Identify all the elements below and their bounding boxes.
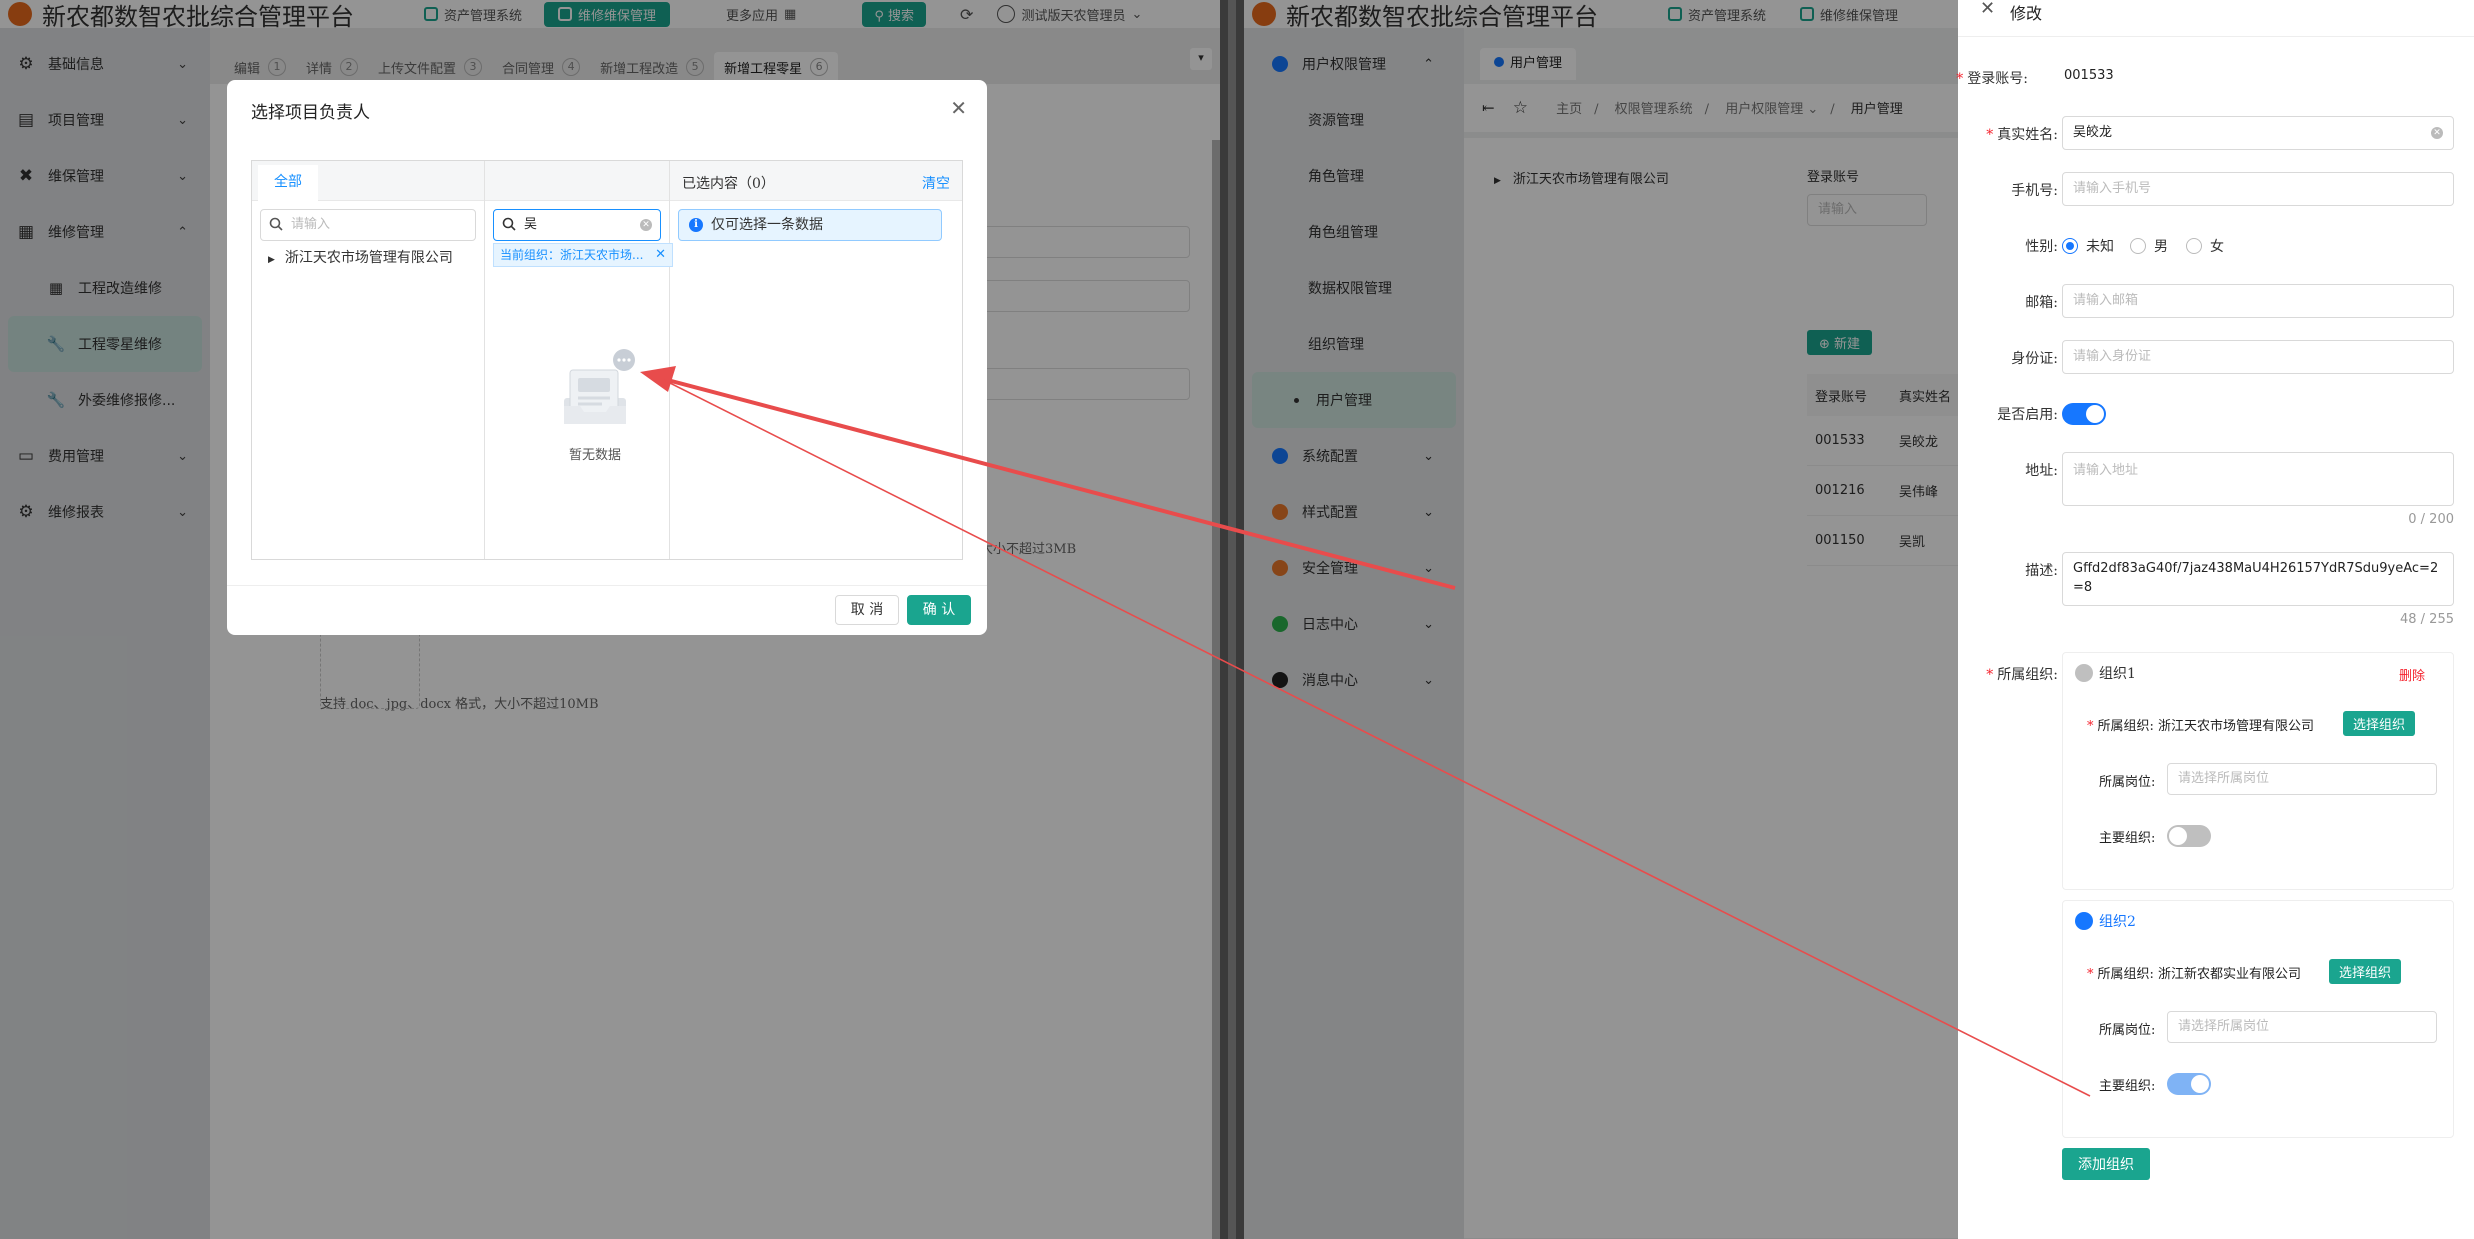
switch-knob bbox=[2086, 405, 2104, 423]
account-label: * 登录账号: bbox=[1956, 71, 2028, 87]
info-alert: i 仅可选择一条数据 bbox=[678, 209, 942, 241]
selected-column: 已选内容（0） 清空 i 仅可选择一条数据 bbox=[670, 161, 962, 559]
id-card-label: 身份证: bbox=[2011, 351, 2058, 367]
clear-button[interactable]: 清空 bbox=[922, 173, 950, 193]
post-label: 所属岗位: bbox=[2099, 1023, 2156, 1038]
search-icon bbox=[269, 217, 283, 231]
column-header bbox=[485, 161, 669, 201]
divider-handle[interactable] bbox=[1228, 0, 1236, 1239]
switch-knob bbox=[2169, 827, 2187, 845]
description-label: 描述: bbox=[2025, 563, 2058, 579]
description-count: 48 / 255 bbox=[2400, 612, 2454, 627]
main-org-switch[interactable] bbox=[2167, 825, 2211, 847]
delete-org-button[interactable]: 删除 bbox=[2399, 665, 2425, 684]
modal-title: 选择项目负责人 bbox=[251, 103, 370, 123]
account-value: 001533 bbox=[2064, 68, 2114, 83]
search-icon bbox=[502, 217, 516, 231]
enabled-switch[interactable] bbox=[2062, 403, 2106, 425]
tree-search-input[interactable]: 请输入 bbox=[260, 209, 476, 241]
close-icon[interactable]: ✕ bbox=[1980, 0, 1995, 19]
address-count: 0 / 200 bbox=[2408, 512, 2454, 527]
realname-label: * 真实姓名: bbox=[1986, 127, 2058, 143]
radio-checked-icon bbox=[2062, 238, 2078, 254]
gender-unknown-radio[interactable]: 未知 bbox=[2062, 236, 2114, 256]
info-icon: i bbox=[689, 218, 703, 232]
main-org-label: 主要组织: bbox=[2099, 1079, 2156, 1094]
org-card-header: 组织1 bbox=[2075, 663, 2136, 683]
user-list-column: 吴 ✕ 当前组织：浙江天农市场... ✕ 暂无数据 bbox=[485, 161, 673, 559]
empty-inbox-icon bbox=[564, 349, 635, 424]
edit-user-drawer: ✕ 修改 * 登录账号: 001533 * 真实姓名: 吴皎龙 ✕ 手机号: 请输入手… bbox=[1956, 0, 2474, 1239]
org-card-header: 组织2 bbox=[2075, 911, 2136, 931]
email-input[interactable]: 请输入邮箱 bbox=[2062, 284, 2454, 318]
modal-footer-divider bbox=[227, 585, 987, 586]
gender-label: 性别: bbox=[2025, 239, 2058, 255]
close-icon[interactable]: ✕ bbox=[950, 96, 967, 120]
select-org-button[interactable]: 选择组织 bbox=[2343, 711, 2416, 736]
window-divider bbox=[1220, 0, 1244, 1239]
post-select[interactable]: 请选择所属岗位 bbox=[2167, 1011, 2437, 1043]
radio-icon bbox=[2130, 238, 2146, 254]
select-manager-modal: 选择项目负责人 ✕ 全部 请输入 ▶ 浙江天农市场管理有限公司 吴 ✕ 当前组织… bbox=[227, 80, 987, 635]
org-card-2: 组织2 * 所属组织: 浙江新农都实业有限公司 选择组织 所属岗位: 请选择所属岗… bbox=[2062, 900, 2454, 1138]
address-label: 地址: bbox=[2025, 463, 2058, 479]
user-search-input[interactable]: 吴 ✕ bbox=[493, 209, 661, 241]
id-card-input[interactable]: 请输入身份证 bbox=[2062, 340, 2454, 374]
org-user-icon bbox=[2075, 912, 2093, 930]
tree-node-org[interactable]: ▶ 浙江天农市场管理有限公司 bbox=[268, 247, 453, 267]
org-card-1: 组织1 删除 * 所属组织: 浙江天农市场管理有限公司 选择组织 所属岗位: 请选… bbox=[2062, 652, 2454, 890]
current-org-tag: 当前组织：浙江天农市场... ✕ bbox=[493, 243, 673, 267]
org-label: * 所属组织: bbox=[1986, 667, 2058, 683]
post-select[interactable]: 请选择所属岗位 bbox=[2167, 763, 2437, 795]
confirm-button[interactable]: 确 认 bbox=[907, 595, 971, 625]
phone-label: 手机号: bbox=[2011, 183, 2058, 199]
left-app-window: 新农都数智农批综合管理平台 资产管理系统 维修维保管理 更多应用 ▦ ⚲ 搜索 ⟳… bbox=[0, 0, 1220, 1239]
radio-icon bbox=[2186, 238, 2202, 254]
description-textarea[interactable]: Gffd2df83aG40f/7jaz438MaU4H26157YdR7Sdu9… bbox=[2062, 552, 2454, 606]
close-tag-icon[interactable]: ✕ bbox=[655, 244, 666, 266]
main-org-label: 主要组织: bbox=[2099, 831, 2156, 846]
org-field: * 所属组织: 浙江新农都实业有限公司 bbox=[2087, 967, 2302, 982]
clear-input-icon[interactable]: ✕ bbox=[2431, 127, 2443, 139]
phone-input[interactable]: 请输入手机号 bbox=[2062, 172, 2454, 206]
empty-text: 暂无数据 bbox=[568, 448, 621, 463]
add-org-button[interactable]: 添加组织 bbox=[2062, 1148, 2150, 1180]
gender-female-radio[interactable]: 女 bbox=[2186, 236, 2224, 256]
drawer-divider bbox=[1958, 36, 2474, 37]
cancel-button[interactable]: 取 消 bbox=[835, 595, 899, 625]
main-org-switch[interactable] bbox=[2167, 1073, 2211, 1095]
caret-right-icon: ▶ bbox=[268, 255, 275, 265]
org-tree-column: 全部 请输入 ▶ 浙江天农市场管理有限公司 bbox=[252, 161, 485, 559]
switch-knob bbox=[2191, 1075, 2209, 1093]
drawer-title: 修改 bbox=[2010, 4, 2043, 23]
transfer-box: 全部 请输入 ▶ 浙江天农市场管理有限公司 吴 ✕ 当前组织：浙江天农市场... ✕ bbox=[251, 160, 963, 560]
email-label: 邮箱: bbox=[2025, 295, 2058, 311]
post-label: 所属岗位: bbox=[2099, 775, 2156, 790]
address-textarea[interactable]: 请输入地址 bbox=[2062, 452, 2454, 506]
tab-all[interactable]: 全部 bbox=[258, 165, 318, 201]
realname-input[interactable]: 吴皎龙 ✕ bbox=[2062, 116, 2454, 150]
gender-male-radio[interactable]: 男 bbox=[2130, 236, 2168, 256]
org-field: * 所属组织: 浙江天农市场管理有限公司 bbox=[2087, 719, 2315, 734]
selected-header: 已选内容（0） bbox=[682, 176, 775, 192]
org-user-icon bbox=[2075, 664, 2093, 682]
empty-state: 暂无数据 bbox=[540, 346, 650, 463]
clear-input-icon[interactable]: ✕ bbox=[640, 219, 652, 231]
enabled-label: 是否启用: bbox=[1997, 407, 2058, 423]
select-org-button[interactable]: 选择组织 bbox=[2329, 959, 2402, 984]
